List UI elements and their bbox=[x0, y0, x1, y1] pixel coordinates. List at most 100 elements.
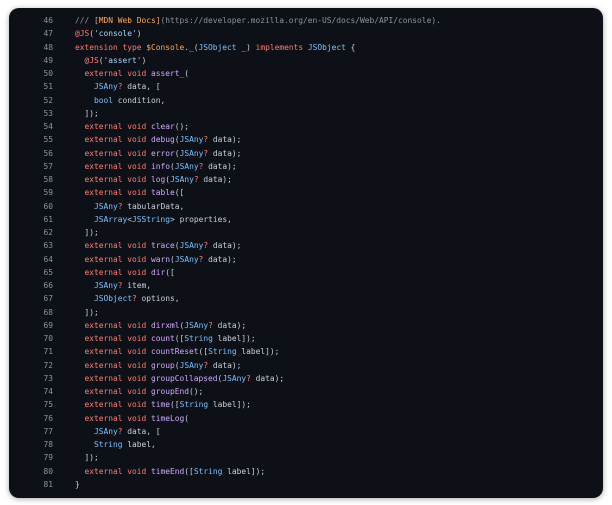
line-number: 47 bbox=[43, 29, 53, 39]
code-token: external void bbox=[84, 413, 152, 423]
code-token: [MDN Web Docs] bbox=[94, 16, 161, 25]
code-token: JSAny bbox=[179, 148, 204, 158]
line-source: JSArray<JSString> properties, bbox=[53, 213, 232, 226]
code-token: JSAny bbox=[222, 373, 247, 383]
code-token: timeEnd bbox=[151, 466, 185, 476]
line-source: external void timeLog( bbox=[53, 412, 190, 425]
code-token: ]); bbox=[75, 228, 99, 237]
line-source: ]); bbox=[53, 107, 99, 120]
code-token: external void bbox=[84, 188, 152, 198]
line-number: 68 bbox=[43, 307, 53, 317]
code-line: 67 JSObject? options, bbox=[9, 292, 603, 305]
code-token: (); bbox=[174, 122, 190, 131]
line-source: external void assert_( bbox=[53, 67, 190, 80]
code-token: group bbox=[151, 360, 175, 370]
code-token: data); bbox=[212, 320, 247, 330]
line-number: 58 bbox=[43, 175, 53, 184]
line-source: /// [MDN Web Docs](https://developer.moz… bbox=[53, 14, 441, 27]
code-token: options, bbox=[136, 294, 180, 304]
code-block: 46/// [MDN Web Docs](https://developer.m… bbox=[9, 14, 603, 491]
code-line: 47 @JS('console') bbox=[9, 27, 603, 40]
code-token: data); bbox=[203, 161, 237, 171]
code-token: data); bbox=[208, 135, 242, 145]
line-source: external void log(JSAny? data); bbox=[53, 173, 232, 186]
code-token: $Console bbox=[146, 42, 185, 52]
code-token: data); bbox=[208, 241, 242, 251]
code-token: ([ bbox=[165, 267, 175, 277]
code-token: warn bbox=[151, 254, 171, 264]
line-source: JSAny? tabularData, bbox=[53, 200, 184, 213]
line-source: external void time([String label]); bbox=[53, 398, 251, 411]
code-line: 78 String label, bbox=[9, 438, 603, 451]
code-token: JSAny bbox=[94, 281, 118, 290]
code-token: external void bbox=[84, 254, 152, 264]
code-token: external void bbox=[84, 387, 152, 396]
code-token: ([ bbox=[174, 188, 185, 198]
line-source: external void info(JSAny? data); bbox=[53, 160, 237, 173]
code-token: ]); bbox=[75, 453, 99, 463]
line-source: external void error(JSAny? data); bbox=[53, 147, 242, 160]
code-token: > properties, bbox=[170, 214, 232, 224]
code-token: external void bbox=[84, 241, 152, 251]
code-token: label, bbox=[122, 440, 156, 449]
line-number: 77 bbox=[43, 426, 53, 436]
code-token: JSAny bbox=[94, 201, 118, 211]
code-token: JSObject bbox=[198, 42, 237, 52]
code-token: ) bbox=[141, 55, 147, 65]
code-token: log bbox=[151, 175, 166, 184]
code-token: ([ bbox=[184, 466, 194, 476]
line-source: external void count([String label]); bbox=[53, 332, 256, 345]
code-line: 80 external void timeEnd([String label])… bbox=[9, 465, 603, 478]
code-token: JSObject bbox=[94, 294, 133, 304]
code-token: String bbox=[179, 400, 209, 410]
code-line: 49 @JS('assert') bbox=[9, 54, 603, 67]
code-line: 56 external void error(JSAny? data); bbox=[9, 147, 603, 160]
code-line: 81} bbox=[9, 478, 603, 491]
code-line: 68 ]); bbox=[9, 306, 603, 319]
code-line: 63 external void trace(JSAny? data); bbox=[9, 239, 603, 252]
code-token: label]); bbox=[222, 466, 266, 476]
line-number: 52 bbox=[43, 95, 53, 105]
code-token: label]); bbox=[212, 334, 256, 343]
code-token: external void bbox=[84, 267, 152, 277]
line-source: external void groupCollapsed(JSAny? data… bbox=[53, 372, 285, 385]
code-token: ([ bbox=[198, 347, 209, 357]
code-token: ) bbox=[136, 29, 142, 39]
line-number: 55 bbox=[43, 135, 53, 145]
code-line: 77 JSAny? data, [ bbox=[9, 425, 603, 438]
line-number: 59 bbox=[43, 188, 53, 198]
code-token: external void bbox=[84, 69, 152, 78]
code-token: item, bbox=[122, 281, 152, 290]
code-token: @JS bbox=[75, 29, 90, 39]
line-number: 65 bbox=[43, 267, 53, 277]
code-line: 62 ]); bbox=[9, 226, 603, 239]
code-token: info bbox=[151, 161, 171, 171]
code-token: groupCollapsed bbox=[151, 373, 218, 383]
code-token: external void bbox=[84, 161, 152, 171]
code-token: external void bbox=[84, 320, 152, 330]
code-line: 59 external void table([ bbox=[9, 186, 603, 199]
code-token: time bbox=[151, 400, 171, 410]
code-token: data); bbox=[208, 148, 242, 158]
line-source: JSAny? data, [ bbox=[53, 425, 161, 438]
code-token: data); bbox=[203, 254, 237, 264]
line-number: 62 bbox=[43, 228, 53, 237]
code-token: extension type bbox=[75, 42, 147, 52]
line-number: 54 bbox=[43, 122, 53, 131]
code-line: 51 JSAny? data, [ bbox=[9, 80, 603, 93]
code-token: } bbox=[75, 479, 80, 489]
code-token: data); bbox=[208, 360, 242, 370]
code-token: external void bbox=[84, 148, 152, 158]
code-token: { bbox=[345, 42, 356, 52]
